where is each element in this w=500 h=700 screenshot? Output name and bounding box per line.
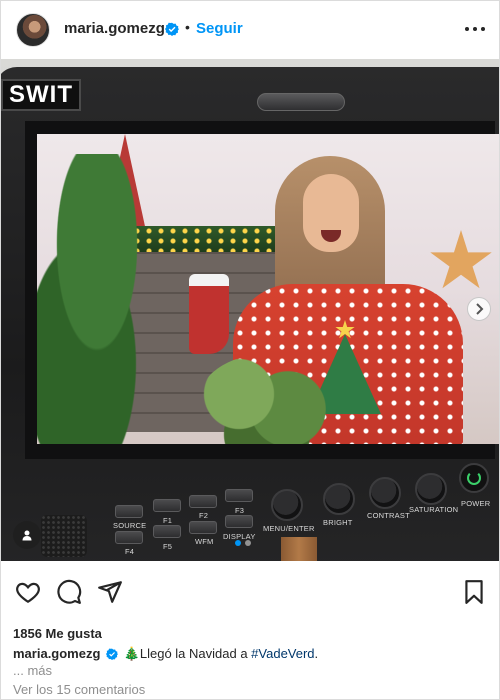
user-tag-icon [22,530,32,541]
monitor-knob-label: SATURATION [409,505,459,514]
carousel-dot [245,540,251,546]
monitor-knob-label: CONTRAST [367,511,410,520]
monitor-knob-label: MENU/ENTER [263,524,315,533]
monitor-knob-menu [271,489,303,521]
monitor-button-label: WFM [195,537,214,546]
monitor-button-display [225,515,253,528]
verified-badge-icon [165,22,179,36]
stocking [189,274,229,354]
monitor-button-source [115,505,143,518]
verified-badge-icon [106,648,119,660]
monitor-button-label: F3 [235,506,245,515]
caption-text: Llegó la Navidad a [139,646,252,661]
monitor-button-f4 [115,531,143,544]
monitor-button-label: F2 [199,511,209,520]
carousel-dot-active [235,540,241,546]
likes-count[interactable]: 1856 Me gusta [13,626,102,641]
caption-username[interactable]: maria.gomezg [13,646,100,661]
monitor-stand [281,537,317,561]
caption-emoji: 🎄 [123,646,140,661]
monitor-knob-saturation [415,473,447,505]
monitor-knob-contrast [369,477,401,509]
monitor-button-label: F1 [163,516,173,525]
heart-icon[interactable] [15,579,41,605]
chevron-right-icon [476,303,484,315]
user-tag-button[interactable] [13,521,41,549]
carousel-indicator [235,540,251,546]
monitor-button-f2 [189,495,217,508]
post-card: maria.gomezg • Seguir SWIT SOURCE F1 F2 … [0,0,500,700]
monitor-knob-bright [323,483,355,515]
monitor-knob-label: POWER [461,499,491,508]
monitor-speaker [41,515,87,557]
carousel-next-button[interactable] [467,297,491,321]
monitor-handle [257,93,345,111]
caption: maria.gomezg 🎄Llegó la Navidad a #VadeVe… [13,646,318,662]
monitor-knob-label: BRIGHT [323,518,353,527]
post-header: maria.gomezg • Seguir [1,1,499,59]
avatar[interactable] [16,13,50,47]
monitor-screen [37,134,499,444]
more-caption-link[interactable]: ... más [13,663,52,678]
monitor-button-label: F5 [163,542,173,551]
follow-button[interactable]: Seguir [196,20,243,37]
send-icon[interactable] [97,579,123,605]
header-separator: • [185,19,190,35]
more-horizontal-icon[interactable] [463,21,487,37]
monitor-button-label: SOURCE [113,521,147,530]
post-image[interactable]: SWIT SOURCE F1 F2 F3 F4 F5 WFM DISPLAY M… [1,59,499,561]
monitor-button-label: F4 [125,547,135,556]
plant [197,354,337,444]
monitor-button-wfm [189,521,217,534]
caption-hashtag[interactable]: #VadeVerd [251,646,314,661]
monitor-button-f3 [225,489,253,502]
pine-tree [37,154,177,444]
monitor-button-f1 [153,499,181,512]
username-link[interactable]: maria.gomezg [64,20,165,37]
view-comments-link[interactable]: Ver los 15 comentarios [13,682,145,697]
star-decoration [430,230,492,289]
comment-icon[interactable] [56,579,82,605]
monitor-brand-logo: SWIT [1,79,81,111]
caption-end: . [314,646,319,661]
bookmark-icon[interactable] [461,579,487,605]
monitor-button-f5 [153,525,181,538]
power-icon [467,471,481,485]
